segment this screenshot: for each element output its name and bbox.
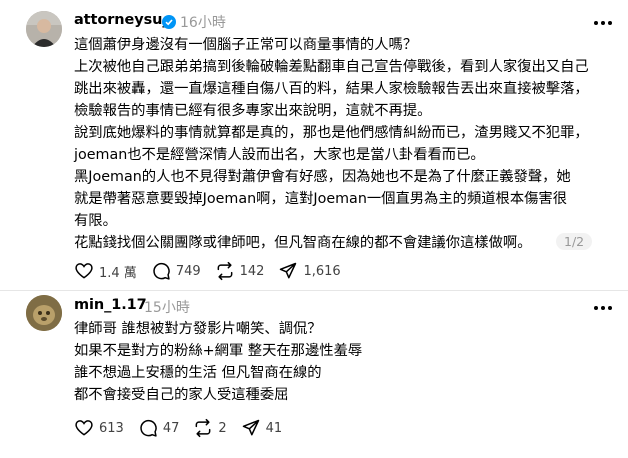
more-icon[interactable] — [593, 305, 613, 311]
verified-badge-icon — [162, 15, 176, 29]
repost-icon — [195, 418, 211, 438]
comment-button[interactable]: 749 — [151, 261, 201, 281]
repost-button[interactable]: 2 — [193, 418, 227, 438]
post-text-line: 有限。 — [74, 213, 117, 229]
post-text-line: 都不會接受自己的家人受這種委屈 — [74, 387, 289, 403]
post-text-line: 就是帶著惡意要毀掉Joeman啊，這對Joeman一個直男為主的頻道根本傷害很 — [74, 191, 568, 207]
post-time: 16小時 — [180, 15, 226, 31]
share-button[interactable]: 41 — [241, 418, 283, 438]
post-text-line: 誰不想過上安穩的生活 但凡智商在線的 — [74, 365, 322, 381]
like-button[interactable]: 613 — [74, 418, 124, 438]
like-button[interactable]: 1.4 萬 — [74, 261, 137, 281]
post-text-line: 如果不是對方的粉絲+網軍 整天在那邊性羞辱 — [74, 343, 363, 359]
comment-icon — [153, 262, 170, 280]
share-count: 1,616 — [303, 263, 341, 279]
share-icon — [280, 262, 297, 279]
username[interactable]: min_1.17 — [74, 297, 147, 313]
heart-icon — [75, 263, 93, 279]
post-text-line: 說到底她爆料的事情就算都是真的，那也是他們感情糾紛而已，渣男賤又不犯罪， — [74, 125, 589, 141]
repost-count: 2 — [218, 420, 227, 436]
heart-icon — [75, 420, 93, 436]
like-count: 613 — [99, 420, 124, 436]
share-count: 41 — [265, 420, 283, 436]
page-indicator: 1/2 — [556, 233, 593, 250]
comment-count: 47 — [162, 420, 180, 436]
post-text-line: joeman也不是經營深情人設而出名，大家也是當八卦看看而已。 — [74, 147, 485, 163]
post-text-line: 黑Joeman的人也不見得對蕭伊會有好感，因為她也不是為了什麼正義發聲，她 — [74, 169, 571, 185]
comment-count: 749 — [175, 263, 201, 279]
more-icon[interactable] — [593, 20, 613, 26]
share-button[interactable]: 1,616 — [278, 261, 341, 281]
avatar[interactable] — [26, 295, 62, 331]
post-text-line: 檢驗報告的事情已經有很多專家出來說明，這就不再提。 — [74, 103, 432, 119]
divider — [0, 290, 628, 291]
post-time: 15小時 — [144, 300, 190, 316]
repost-icon — [217, 261, 233, 281]
post-text-line: 上次被他自己跟弟弟搞到後輪破輪差點翻車自己宣告停戰後，看到人家復出又自己 — [74, 59, 589, 75]
post-text-line: 跳出來被轟，還一直爆這種自傷八百的料，結果人家檢驗報告丟出來直接被擊落， — [74, 81, 589, 97]
repost-button[interactable]: 142 — [215, 261, 265, 281]
repost-count: 142 — [239, 263, 265, 279]
post-actions: 1.4 萬 749 142 1,616 — [74, 261, 355, 281]
comment-icon — [140, 419, 157, 437]
avatar[interactable] — [26, 11, 62, 47]
post-text-line: 花點錢找個公關團隊或律師吧，但凡智商在線的都不會建議你這樣做啊。 — [74, 235, 532, 251]
post-actions: 613 47 2 41 — [74, 418, 296, 438]
comment-button[interactable]: 47 — [138, 418, 180, 438]
like-count: 1.4 萬 — [99, 265, 137, 281]
post-text-line: 這個蕭伊身邊沒有一個腦子正常可以商量事情的人嗎？ — [74, 37, 418, 53]
post-text-line: 律師哥 誰想被對方發影片嘲笑、調侃？ — [74, 321, 322, 337]
username[interactable]: attorneysu_ — [74, 12, 170, 28]
share-icon — [242, 419, 259, 436]
